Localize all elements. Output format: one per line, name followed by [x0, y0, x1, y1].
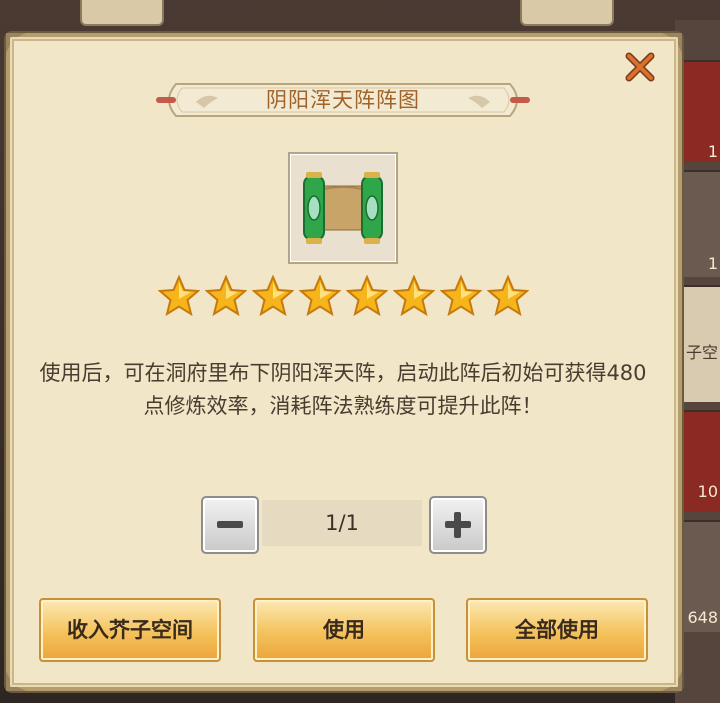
background-item-count: 10: [697, 482, 718, 501]
scroll-icon: [303, 172, 383, 244]
star-icon: [299, 275, 341, 317]
title-banner: 阴阳浑天阵阵图: [156, 80, 530, 120]
close-icon[interactable]: [623, 50, 657, 84]
star-icon: [205, 275, 247, 317]
decrease-quantity-button[interactable]: [201, 496, 259, 554]
star-icon: [252, 275, 294, 317]
use-all-button[interactable]: 全部使用: [466, 598, 648, 662]
corner-ornament: [6, 671, 26, 691]
corner-ornament: [6, 33, 26, 53]
star-rating: [158, 275, 529, 317]
store-to-space-button[interactable]: 收入芥子空间: [39, 598, 221, 662]
increase-quantity-button[interactable]: [429, 496, 487, 554]
star-icon: [440, 275, 482, 317]
star-icon: [158, 275, 200, 317]
corner-ornament: [662, 33, 682, 53]
item-slot: [288, 152, 398, 264]
item-description: 使用后，可在洞府里布下阴阳浑天阵，启动此阵后初始可获得480点修炼效率，消耗阵法…: [39, 361, 647, 418]
corner-ornament: [662, 671, 682, 691]
minus-icon: [217, 521, 243, 528]
star-icon: [393, 275, 435, 317]
background-item-count: 1: [707, 142, 718, 161]
star-icon: [487, 275, 529, 317]
background-tile: [80, 0, 164, 26]
dialog-title: 阴阳浑天阵阵图: [266, 88, 420, 112]
quantity-display: 1/1: [262, 500, 422, 546]
background-item-label: 子空: [685, 343, 718, 362]
use-button[interactable]: 使用: [253, 598, 435, 662]
star-icon: [346, 275, 388, 317]
background-tile: [520, 0, 614, 26]
plus-icon: [445, 512, 471, 538]
background-item-count: 1: [707, 254, 718, 273]
background-item-count: 648: [687, 608, 718, 627]
